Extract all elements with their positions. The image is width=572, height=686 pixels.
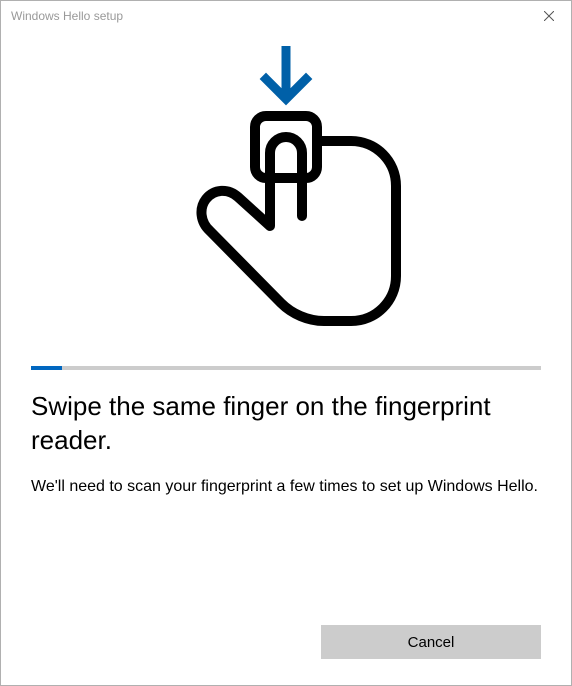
progress-fill (31, 366, 62, 370)
fingerprint-illustration (31, 41, 541, 346)
titlebar: Windows Hello setup (1, 1, 571, 31)
dialog-window: Windows Hello setup (0, 0, 572, 686)
finger-scan-icon (166, 41, 406, 346)
progress-bar (31, 366, 541, 370)
window-title: Windows Hello setup (11, 9, 123, 23)
instruction-heading: Swipe the same finger on the fingerprint… (31, 390, 541, 458)
close-icon (544, 11, 554, 21)
dialog-content: Swipe the same finger on the fingerprint… (1, 31, 571, 605)
dialog-footer: Cancel (1, 605, 571, 685)
close-button[interactable] (526, 2, 571, 31)
cancel-button[interactable]: Cancel (321, 625, 541, 659)
instruction-body: We'll need to scan your fingerprint a fe… (31, 476, 541, 498)
